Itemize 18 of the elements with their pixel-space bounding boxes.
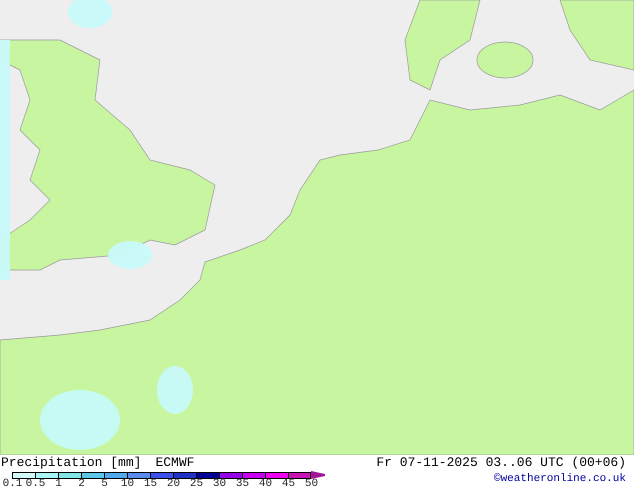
chart-title: Precipitation [mm] (1, 455, 142, 470)
legend-tick-label: 30 (212, 479, 228, 490)
legend-tick-label: 35 (234, 479, 250, 490)
legend-tick-label: 40 (258, 479, 274, 490)
legend-tick-label: 1 (54, 479, 63, 490)
legend-tick-label: 15 (142, 479, 158, 490)
legend-tick-label: 0.1 (2, 479, 24, 490)
legend-tick-label: 20 (166, 479, 182, 490)
legend-tick-label: 10 (120, 479, 136, 490)
legend-tick-label: 45 (280, 479, 296, 490)
legend-tick-label: 50 (304, 479, 320, 490)
credit-link[interactable]: ©weatheronline.co.uk (376, 473, 626, 486)
legend-tick-label: 25 (188, 479, 204, 490)
legend-tick-label: 5 (100, 479, 109, 490)
legend-tick-label: 0.5 (24, 479, 46, 490)
valid-time: Fr 07-11-2025 03..06 UTC (00+06) (376, 455, 626, 470)
model-name: ECMWF (155, 455, 194, 470)
legend-tick-label: 2 (77, 479, 86, 490)
